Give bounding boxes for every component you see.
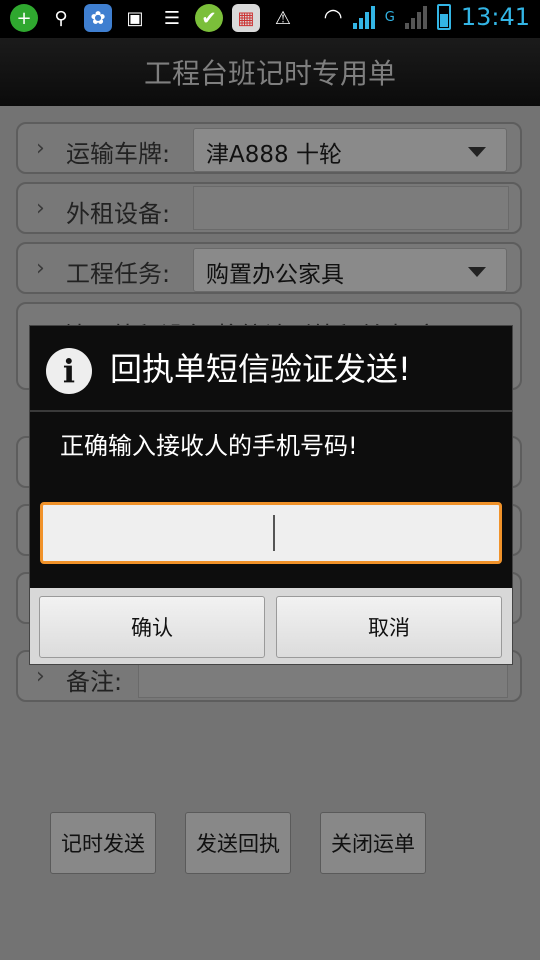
dialog-header: i 回执单短信验证发送! — [30, 326, 512, 412]
notification-icons: + ⚲ ✿ ▣ ☰ ✔ ▦ ⚠ — [10, 4, 297, 32]
app-title: 工程台班记时专用单 — [143, 57, 396, 90]
dropdown-arrow-icon — [468, 267, 486, 277]
app-green-icon: ✔ — [195, 4, 223, 32]
vehicle-spinner[interactable]: 津A888 十轮 — [193, 128, 507, 172]
timing-send-button[interactable]: 记时发送 — [50, 812, 156, 874]
signal-icon — [352, 5, 375, 29]
chevron-right-icon: › — [36, 256, 45, 281]
chevron-right-icon: › — [36, 664, 45, 689]
task-row[interactable]: › 工程任务: 购置办公家具 — [16, 242, 522, 294]
send-receipt-button[interactable]: 发送回执 — [185, 812, 291, 874]
chevron-right-icon: › — [36, 196, 45, 221]
task-label: 工程任务: — [66, 260, 171, 288]
text-cursor — [273, 515, 275, 551]
app-calendar-icon: ▦ — [232, 4, 260, 32]
task-value: 购置办公家具 — [206, 262, 344, 288]
wifi-icon: ◠ — [323, 4, 343, 30]
plus-circle-icon: + — [10, 4, 38, 32]
rental-equipment-label: 外租设备: — [66, 200, 171, 228]
chat-icon: ☰ — [163, 7, 181, 29]
app-butterfly-icon: ✿ — [84, 4, 112, 32]
cancel-button[interactable]: 取消 — [276, 596, 502, 658]
no-signal-icon — [404, 5, 427, 29]
rental-equipment-input[interactable] — [193, 186, 509, 230]
remarks-label: 备注: — [66, 668, 123, 696]
dialog-title: 回执单短信验证发送! — [110, 350, 411, 388]
battery-icon — [436, 4, 451, 30]
vehicle-value: 津A888 十轮 — [206, 142, 342, 168]
confirm-button[interactable]: 确认 — [39, 596, 265, 658]
usb-icon: ⚲ — [54, 7, 68, 29]
vehicle-label: 运输车牌: — [66, 140, 171, 168]
task-spinner[interactable]: 购置办公家具 — [193, 248, 507, 292]
network-type: G — [384, 9, 395, 25]
clock: 13:41 — [460, 3, 530, 31]
vehicle-row[interactable]: › 运输车牌: 津A888 十轮 — [16, 122, 522, 174]
warning-icon: ⚠ — [274, 7, 292, 29]
dialog-message: 正确输入接收人的手机号码! — [60, 432, 358, 460]
dropdown-arrow-icon — [468, 147, 486, 157]
dialog-button-bar: 确认 取消 — [30, 588, 512, 664]
info-icon: i — [46, 348, 92, 394]
image-icon: ▣ — [126, 7, 144, 29]
rental-equipment-row[interactable]: › 外租设备: — [16, 182, 522, 234]
sms-verification-dialog: i 回执单短信验证发送! 正确输入接收人的手机号码! 确认 取消 — [29, 325, 513, 665]
app-title-bar: 工程台班记时专用单 — [0, 38, 540, 106]
close-waybill-button[interactable]: 关闭运单 — [320, 812, 426, 874]
phone-number-input[interactable] — [40, 502, 502, 564]
status-bar: + ⚲ ✿ ▣ ☰ ✔ ▦ ⚠ ◠ G 13:41 — [0, 0, 540, 38]
chevron-right-icon: › — [36, 136, 45, 161]
system-indicators: ◠ G 13:41 — [324, 3, 530, 31]
